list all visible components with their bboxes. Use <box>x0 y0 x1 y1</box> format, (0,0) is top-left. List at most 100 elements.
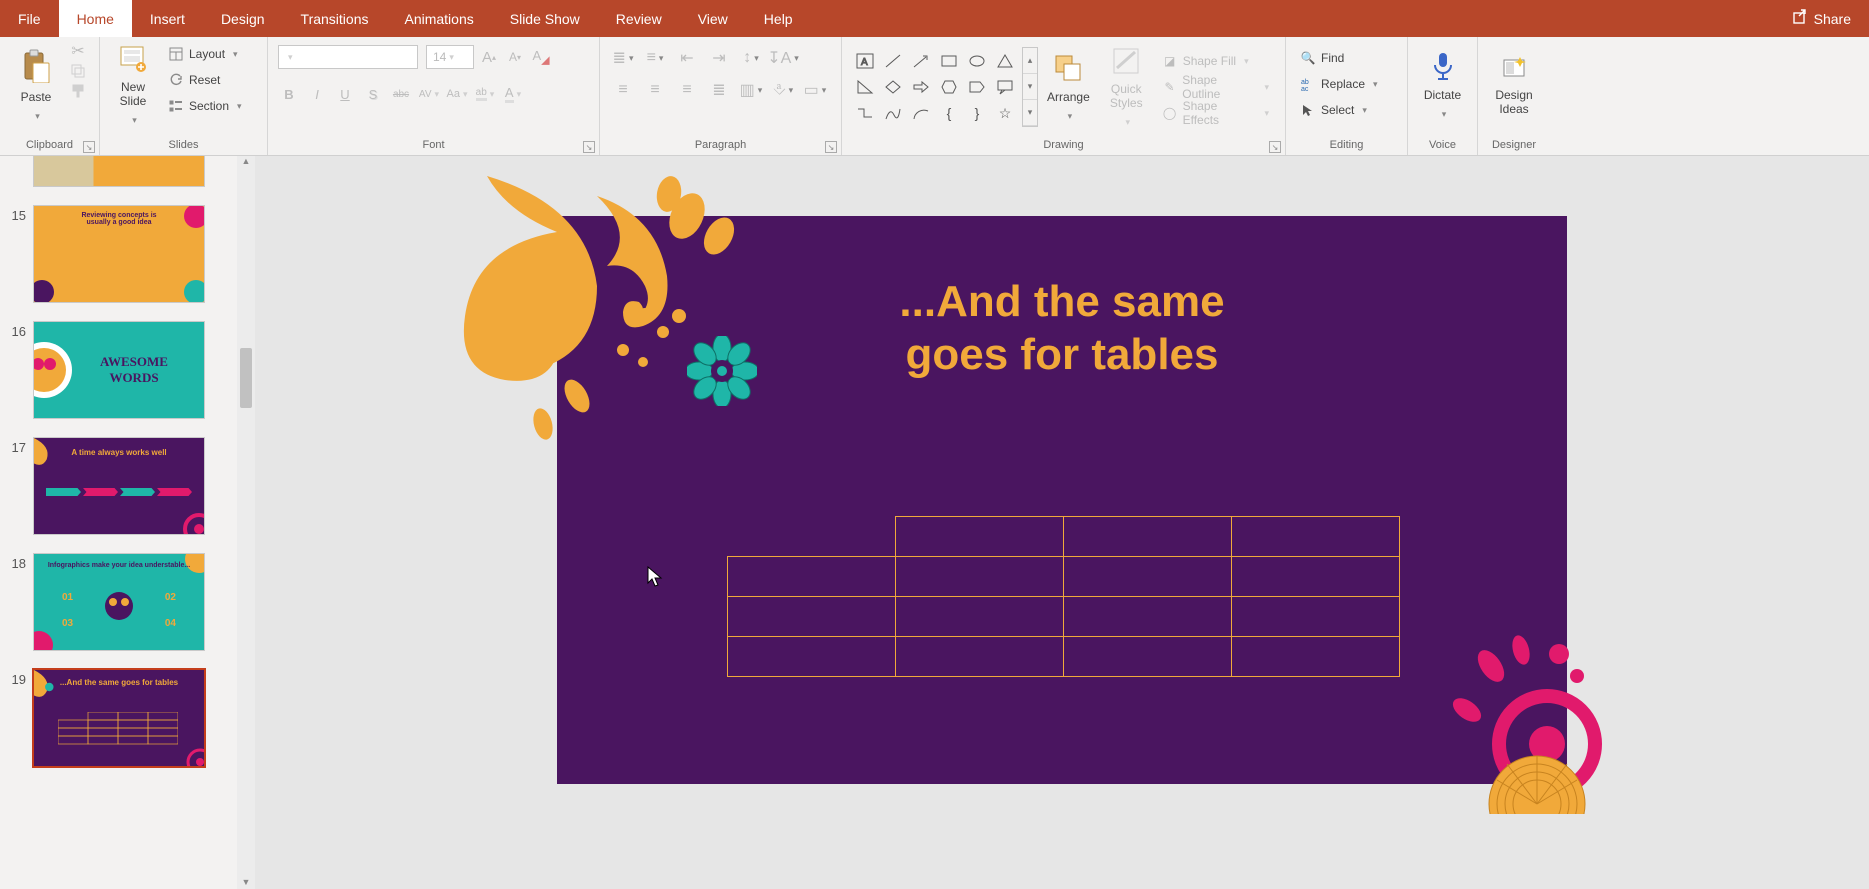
slide-number: 17 <box>6 438 26 455</box>
shape-arrow-right-icon[interactable] <box>908 75 934 99</box>
clear-formatting-button[interactable]: A◢ <box>530 46 552 68</box>
slide-thumbnail-19[interactable]: ...And the same goes for tables <box>34 670 204 766</box>
font-name-combo[interactable] <box>278 45 418 69</box>
paste-button[interactable]: Paste <box>6 41 66 129</box>
slide-thumbnail-14[interactable] <box>34 156 204 186</box>
numbering-button[interactable]: ≡ <box>644 47 666 69</box>
tab-transitions[interactable]: Transitions <box>283 0 387 37</box>
underline-button[interactable]: U <box>334 83 356 105</box>
change-case-button[interactable]: Aa <box>446 83 468 105</box>
drawing-launcher[interactable]: ↘ <box>1269 141 1281 153</box>
clipboard-launcher[interactable]: ↘ <box>83 141 95 153</box>
select-button[interactable]: Select <box>1296 99 1382 121</box>
shape-rect-icon[interactable] <box>936 49 962 73</box>
eraser-icon: A◢ <box>533 48 550 67</box>
shapes-gallery-scroll[interactable]: ▴▾▾ <box>1022 47 1038 127</box>
grow-font-button[interactable]: A▴ <box>478 46 500 68</box>
ribbon-tabs-bar: File Home Insert Design Transitions Anim… <box>0 0 1869 37</box>
shape-connector-icon[interactable] <box>852 101 878 125</box>
text-shadow-button[interactable]: S <box>362 83 384 105</box>
shape-callout-icon[interactable] <box>992 75 1018 99</box>
slide-thumbnail-18[interactable]: Infographics make your idea understable.… <box>34 554 204 650</box>
shape-star-icon[interactable]: ☆ <box>992 101 1018 125</box>
shape-line-icon[interactable] <box>880 49 906 73</box>
strikethrough-button[interactable]: abc <box>390 83 412 105</box>
scroll-down-icon[interactable]: ▼ <box>237 877 255 889</box>
shape-rtriangle-icon[interactable] <box>852 75 878 99</box>
shape-oval-icon[interactable] <box>964 49 990 73</box>
font-color-button[interactable]: A <box>502 83 524 105</box>
shape-fill-button[interactable]: ◪Shape Fill <box>1158 50 1273 72</box>
share-button[interactable]: Share <box>1774 0 1869 37</box>
align-text-button[interactable]: ⎀ <box>772 79 794 101</box>
increase-indent-button[interactable]: ⇥ <box>708 47 730 69</box>
line-spacing-button[interactable]: ↕ <box>740 47 762 69</box>
tab-help[interactable]: Help <box>746 0 811 37</box>
shape-pentagon-icon[interactable] <box>964 75 990 99</box>
format-painter-icon[interactable] <box>70 83 86 99</box>
smartart-button[interactable]: ▭ <box>804 79 826 101</box>
thumbnails-scrollbar[interactable]: ▲ ▼ <box>237 156 255 889</box>
columns-button[interactable]: ▥ <box>740 79 762 101</box>
design-ideas-button[interactable]: Design Ideas <box>1484 41 1544 129</box>
new-slide-button[interactable]: New Slide <box>106 41 160 129</box>
shape-effects-button[interactable]: ◯Shape Effects <box>1158 102 1273 124</box>
slide-canvas-area[interactable]: ...And the same goes for tables <box>255 156 1869 889</box>
paragraph-launcher[interactable]: ↘ <box>825 141 837 153</box>
numbering-icon: ≡ <box>647 49 656 67</box>
shape-triangle-icon[interactable] <box>992 49 1018 73</box>
cut-icon[interactable]: ✂ <box>70 43 86 59</box>
tab-insert[interactable]: Insert <box>132 0 203 37</box>
bullets-button[interactable]: ≣ <box>612 47 634 69</box>
tab-file[interactable]: File <box>0 0 59 37</box>
slide-title[interactable]: ...And the same goes for tables <box>557 276 1567 382</box>
slide-thumbnail-15[interactable]: Reviewing concepts isusually a good idea <box>34 206 204 302</box>
shape-textbox-icon[interactable]: A <box>852 49 878 73</box>
font-launcher[interactable]: ↘ <box>583 141 595 153</box>
highlight-button[interactable]: ab <box>474 83 496 105</box>
tab-review[interactable]: Review <box>598 0 680 37</box>
bold-button[interactable]: B <box>278 83 300 105</box>
shape-brace-left-icon[interactable]: { <box>936 101 962 125</box>
shape-arc-icon[interactable] <box>908 101 934 125</box>
shape-hexagon-icon[interactable] <box>936 75 962 99</box>
decrease-indent-button[interactable]: ⇤ <box>676 47 698 69</box>
shape-outline-button[interactable]: ✎Shape Outline <box>1158 76 1273 98</box>
scrollbar-thumb[interactable] <box>240 348 252 408</box>
shape-brace-right-icon[interactable]: } <box>964 101 990 125</box>
slide-number: 16 <box>6 322 26 339</box>
slide-thumbnail-17[interactable]: A time always works well <box>34 438 204 534</box>
arrange-button[interactable]: Arrange <box>1038 43 1099 131</box>
scroll-up-icon[interactable]: ▲ <box>237 156 255 168</box>
shrink-font-button[interactable]: A▾ <box>504 46 526 68</box>
section-button[interactable]: Section <box>164 95 246 117</box>
shape-diamond-icon[interactable] <box>880 75 906 99</box>
align-justify-button[interactable]: ≣ <box>708 79 730 101</box>
font-size-combo[interactable]: 14 <box>426 45 474 69</box>
current-slide[interactable]: ...And the same goes for tables <box>557 216 1567 784</box>
slide-table[interactable] <box>727 516 1400 677</box>
align-right-button[interactable]: ≡ <box>676 79 698 101</box>
find-button[interactable]: 🔍Find <box>1296 47 1382 69</box>
copy-icon[interactable] <box>70 63 86 79</box>
tab-design[interactable]: Design <box>203 0 283 37</box>
shapes-gallery[interactable]: A { } ☆ <box>850 47 1020 127</box>
tab-animations[interactable]: Animations <box>386 0 491 37</box>
tab-view[interactable]: View <box>680 0 746 37</box>
reset-button[interactable]: Reset <box>164 69 246 91</box>
slide-thumbnail-16[interactable]: AWESOME WORDS <box>34 322 204 418</box>
text-direction-button[interactable]: ↧A <box>772 47 794 69</box>
italic-button[interactable]: I <box>306 83 328 105</box>
ribbon: Paste ✂ Clipboard↘ New Slide Layout Rese… <box>0 37 1869 156</box>
char-spacing-button[interactable]: AV <box>418 83 440 105</box>
layout-button[interactable]: Layout <box>164 43 246 65</box>
dictate-button[interactable]: Dictate <box>1414 41 1471 129</box>
align-left-button[interactable]: ≡ <box>612 79 634 101</box>
quick-styles-button[interactable]: Quick Styles <box>1099 43 1154 131</box>
shape-arrowline-icon[interactable] <box>908 49 934 73</box>
shape-curve-icon[interactable] <box>880 101 906 125</box>
tab-home[interactable]: Home <box>59 0 132 37</box>
align-center-button[interactable]: ≡ <box>644 79 666 101</box>
tab-slideshow[interactable]: Slide Show <box>492 0 598 37</box>
replace-button[interactable]: abacReplace <box>1296 73 1382 95</box>
